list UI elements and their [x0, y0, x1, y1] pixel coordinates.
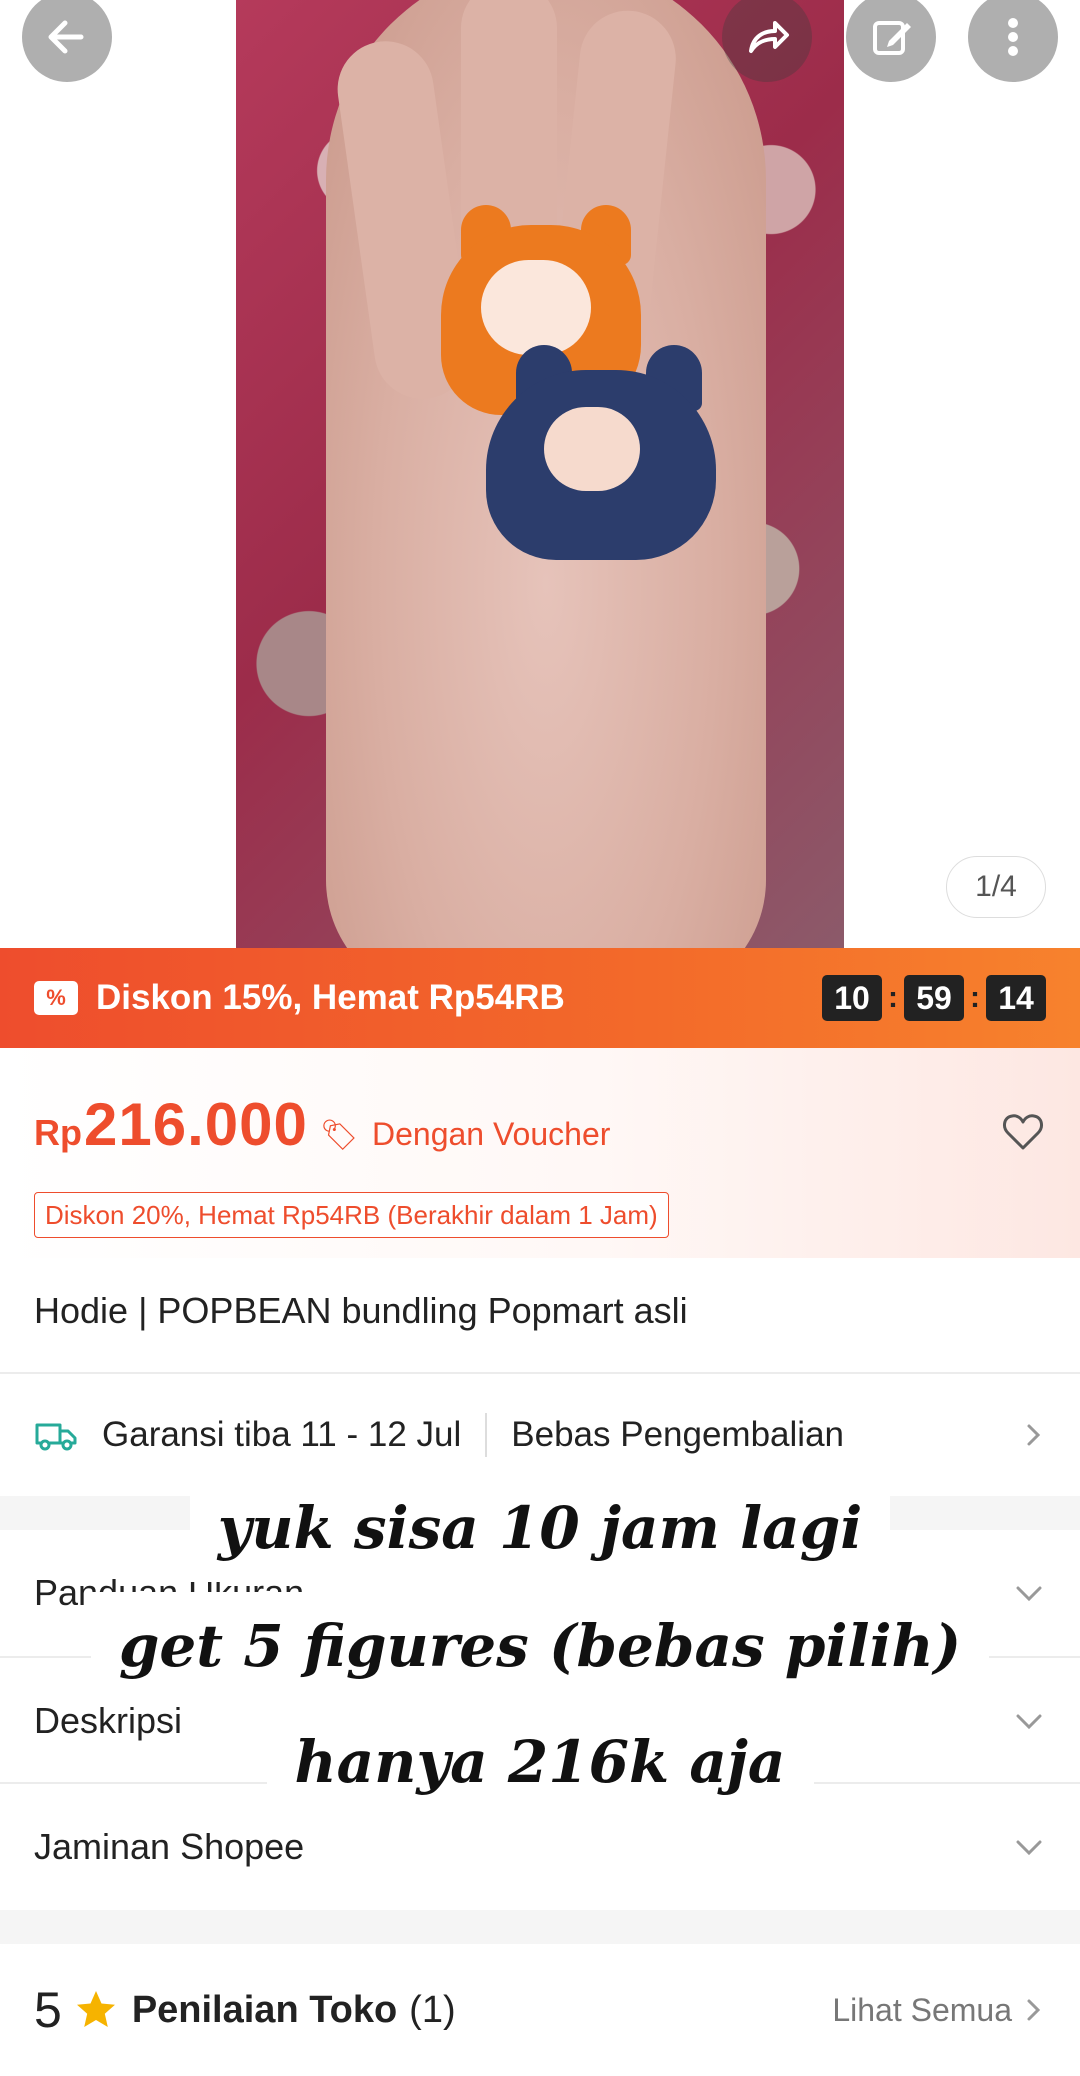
- voucher-icon: 🏷: [319, 1119, 358, 1152]
- star-icon: [76, 1991, 115, 2027]
- arrow-left-icon: [48, 20, 84, 54]
- accordion-label: Jaminan Shopee: [34, 1826, 305, 1867]
- delivery-guarantee: Garansi tiba 11 - 12 Jul: [102, 1415, 462, 1454]
- section-gap: [0, 1910, 1080, 1944]
- image-pager: 1/4: [946, 856, 1046, 918]
- back-button[interactable]: [22, 0, 112, 82]
- edit-button[interactable]: [846, 0, 936, 82]
- navy-figure-image: [486, 345, 726, 565]
- rating-score: 5: [34, 1982, 62, 2038]
- timer-hours: 10: [822, 975, 882, 1021]
- product-title: Hodie | POPBEAN bundling Popmart asli: [34, 1290, 688, 1331]
- chevron-right-icon: [1027, 1424, 1041, 1446]
- rating-count: (1): [409, 1988, 456, 2031]
- discount-ticket-icon: %: [34, 981, 78, 1015]
- countdown-timer: 10 : 59 : 14: [822, 975, 1046, 1021]
- overlay-caption-line-3: hanya 216k aja: [0, 1708, 1080, 1816]
- price-amount: 216.000: [84, 1091, 308, 1158]
- free-returns: Bebas Pengembalian: [511, 1415, 845, 1454]
- voucher-label: Dengan Voucher: [371, 1116, 611, 1152]
- heart-icon[interactable]: [1000, 1108, 1046, 1154]
- overlay-caption-line-1: yuk sisa 10 jam lagi: [0, 1474, 1080, 1582]
- price-section: Rp 216.000 🏷 Dengan Voucher Diskon 20%, …: [0, 1048, 1080, 1258]
- more-vertical-icon: [1008, 18, 1018, 56]
- flash-sale-text: Diskon 15%, Hemat Rp54RB: [96, 978, 565, 1017]
- rating-label: Penilaian Toko: [131, 1988, 398, 2031]
- truck-icon: [35, 1423, 77, 1451]
- flash-sale-bar: % Diskon 15%, Hemat Rp54RB 10 : 59 : 14: [0, 948, 1080, 1048]
- divider: [485, 1413, 488, 1457]
- product-gallery[interactable]: 1/4: [0, 0, 1080, 948]
- discount-tag: Diskon 20%, Hemat Rp54RB (Berakhir dalam…: [34, 1192, 669, 1238]
- timer-seconds: 14: [986, 975, 1046, 1021]
- share-icon: [749, 21, 789, 53]
- overlay-caption-line-2: get 5 figures (bebas pilih): [0, 1592, 1080, 1700]
- timer-minutes: 59: [904, 975, 964, 1021]
- more-button[interactable]: [968, 0, 1058, 82]
- price-row: Rp 216.000 🏷 Dengan Voucher: [34, 1090, 610, 1159]
- chevron-right-icon[interactable]: [1020, 1997, 1046, 2023]
- see-all-link[interactable]: Lihat Semua: [832, 1992, 1012, 2029]
- chevron-down-icon: [1016, 1840, 1042, 1856]
- shop-rating-row: 5 Penilaian Toko (1) Lihat Semua: [0, 1944, 1080, 2076]
- product-photo[interactable]: [236, 0, 844, 948]
- price-currency: Rp: [34, 1112, 82, 1153]
- edit-icon: [873, 21, 911, 55]
